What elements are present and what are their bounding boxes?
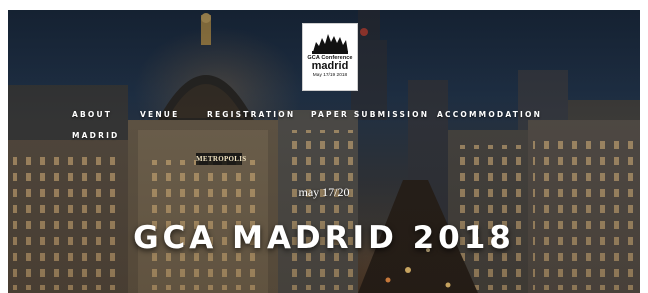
event-date: may 17/20 xyxy=(298,185,350,199)
nav-accommodation[interactable]: ACCOMMODATION xyxy=(437,110,542,119)
conference-logo[interactable]: GCA Conference madrid May 17/19 2018 xyxy=(302,23,358,91)
logo-line-city: madrid xyxy=(311,60,349,72)
metropolis-sign: METROPOLIS xyxy=(196,153,247,165)
nav-venue[interactable]: VENUE xyxy=(140,110,179,119)
cibeles-fountain-icon xyxy=(312,34,348,54)
nav-about[interactable]: ABOUT xyxy=(72,110,112,119)
nav-madrid[interactable]: MADRID xyxy=(72,131,120,140)
hero-title: GCA MADRID 2018 xyxy=(133,220,515,256)
logo-line-dates: May 17/19 2018 xyxy=(312,73,348,78)
hero-banner: METROPOLIS GCA Conference madrid May 17/… xyxy=(8,10,640,293)
nav-paper-submission[interactable]: PAPER SUBMISSION xyxy=(311,110,429,119)
nav-registration[interactable]: REGISTRATION xyxy=(207,110,295,119)
